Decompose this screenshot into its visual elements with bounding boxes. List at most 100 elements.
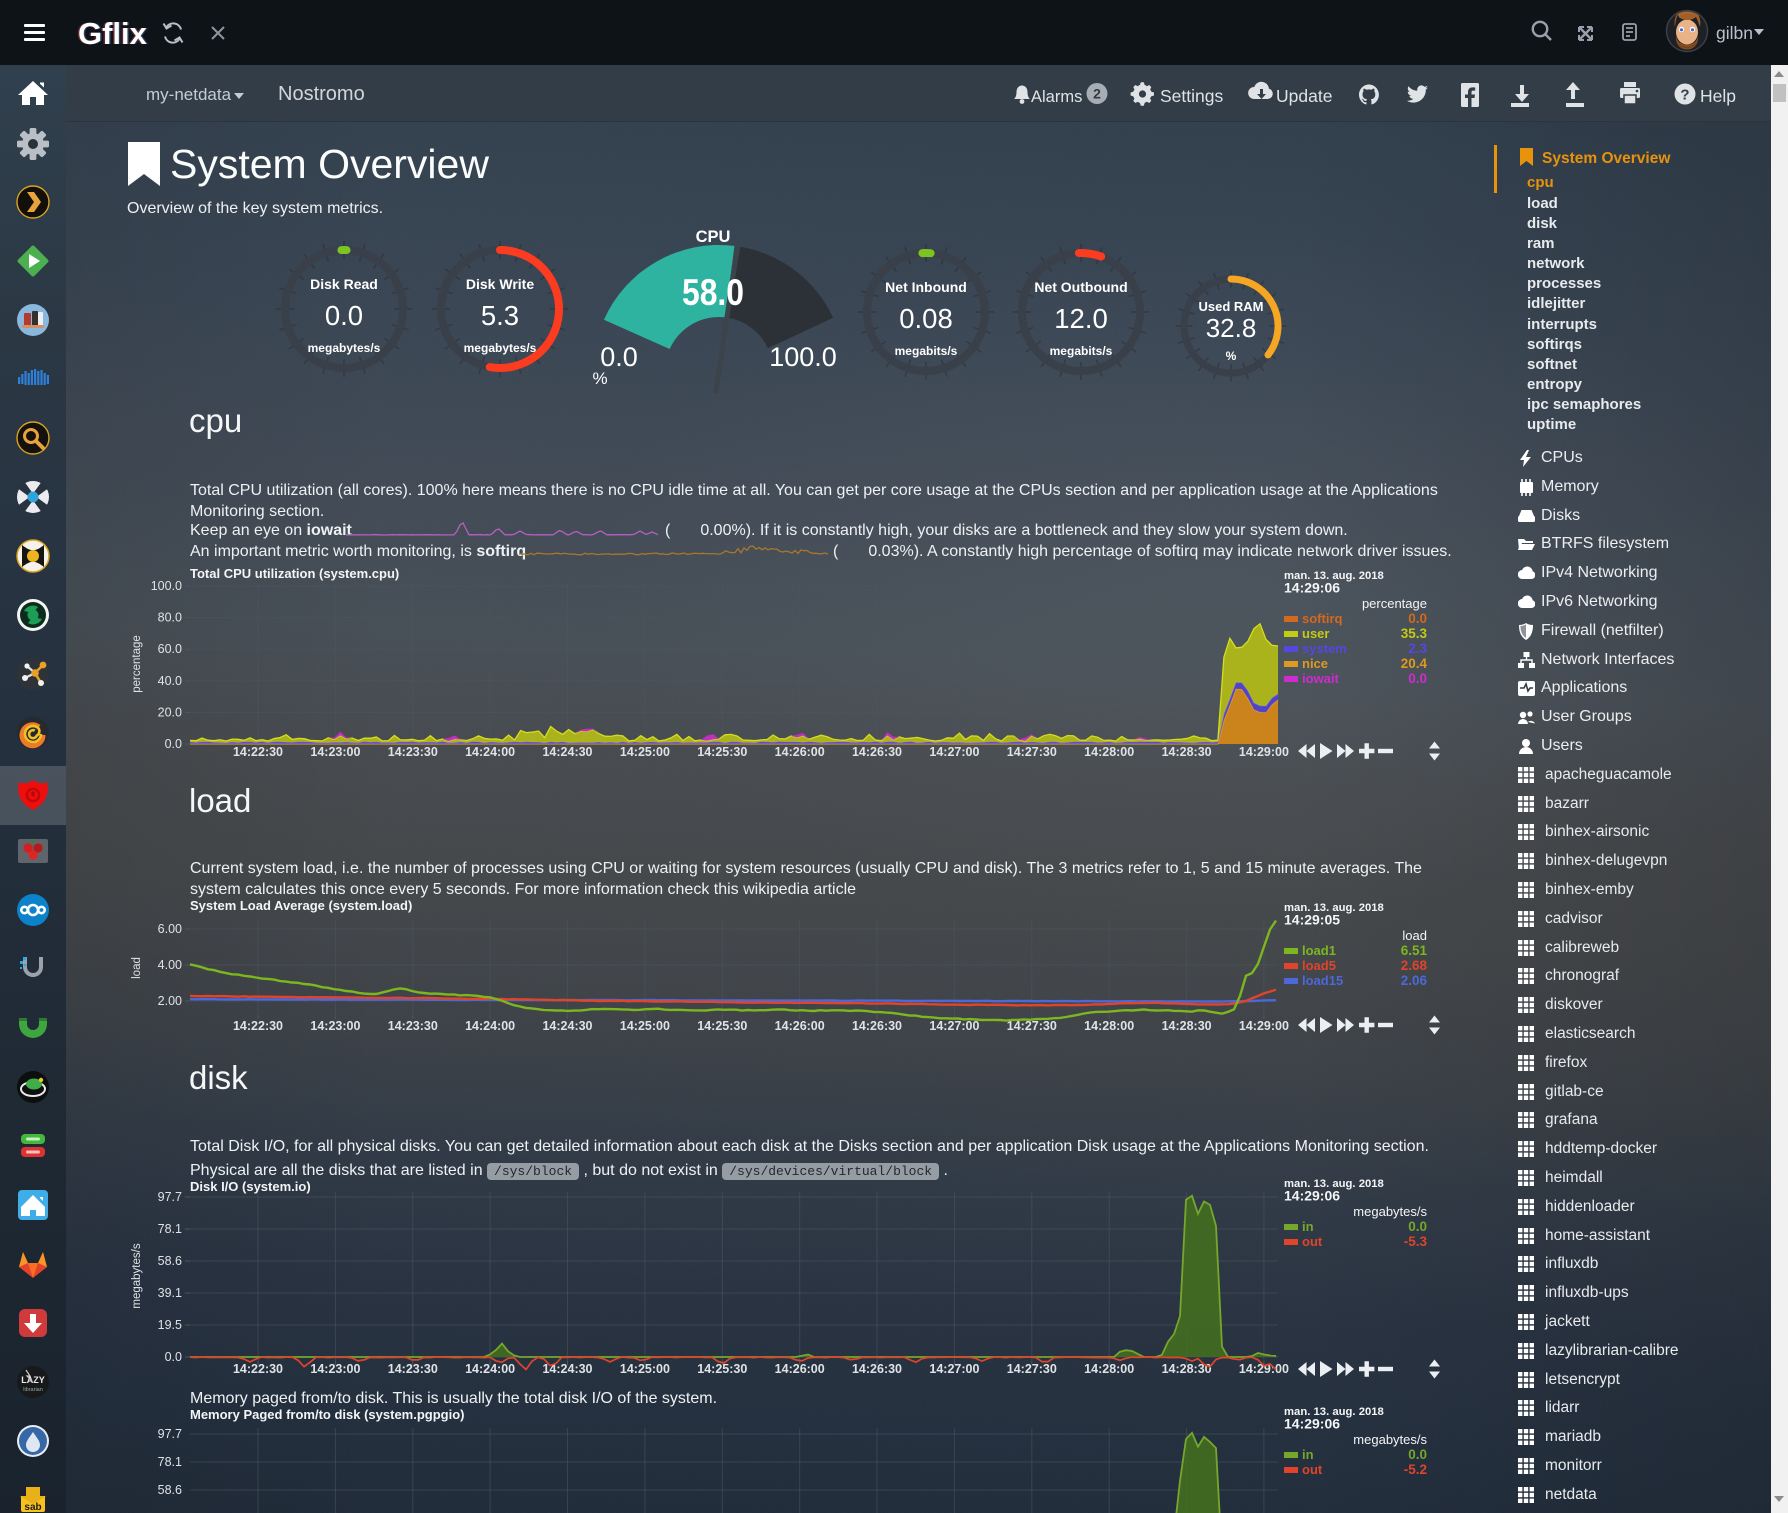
svg-text:14:22:30: 14:22:30 — [233, 745, 283, 759]
svg-text:14:28:00: 14:28:00 — [1084, 745, 1134, 759]
svg-text:megabytes/s: megabytes/s — [308, 341, 381, 355]
svg-text:14:27:00: 14:27:00 — [929, 1362, 979, 1376]
svg-text:load: load — [131, 957, 143, 979]
svg-text:14:26:00: 14:26:00 — [775, 1019, 825, 1033]
svg-text:0.0: 0.0 — [325, 300, 363, 331]
svg-text:CPU: CPU — [696, 228, 731, 246]
svg-text:megabytes/s: megabytes/s — [464, 341, 537, 355]
svg-text:14:28:30: 14:28:30 — [1162, 1019, 1212, 1033]
svg-text:14:29:06: 14:29:06 — [1284, 1188, 1340, 1204]
svg-text:14:23:00: 14:23:00 — [310, 1362, 360, 1376]
svg-text:load: load — [1402, 928, 1427, 943]
svg-text:14:25:00: 14:25:00 — [620, 1019, 670, 1033]
svg-text:97.7: 97.7 — [158, 1427, 182, 1441]
svg-text:14:23:00: 14:23:00 — [310, 745, 360, 759]
svg-text:14:29:05: 14:29:05 — [1284, 912, 1340, 928]
svg-text:Net Outbound: Net Outbound — [1034, 279, 1127, 295]
svg-text:load15: load15 — [1302, 973, 1343, 988]
svg-text:4.00: 4.00 — [158, 958, 182, 972]
svg-text:percentage: percentage — [131, 635, 143, 693]
svg-text:6.51: 6.51 — [1401, 943, 1428, 958]
svg-text:2.3: 2.3 — [1408, 641, 1427, 656]
svg-text:14:28:00: 14:28:00 — [1084, 1019, 1134, 1033]
svg-text:in: in — [1302, 1447, 1314, 1462]
svg-text:megabits/s: megabits/s — [1050, 344, 1113, 358]
svg-text:nice: nice — [1302, 656, 1328, 671]
svg-text:58.6: 58.6 — [158, 1254, 182, 1268]
svg-text:0.0: 0.0 — [165, 737, 182, 751]
svg-text:14:23:00: 14:23:00 — [310, 1019, 360, 1033]
svg-text:14:25:00: 14:25:00 — [620, 1362, 670, 1376]
svg-text:user: user — [1302, 626, 1329, 641]
svg-text:14:27:00: 14:27:00 — [929, 1019, 979, 1033]
svg-text:14:23:30: 14:23:30 — [388, 1019, 438, 1033]
svg-text:out: out — [1302, 1462, 1323, 1477]
svg-text:%: % — [592, 369, 607, 388]
svg-text:14:26:30: 14:26:30 — [852, 1362, 902, 1376]
svg-text:0.0: 0.0 — [1408, 671, 1427, 686]
svg-text:Disk I/O (system.io): Disk I/O (system.io) — [190, 1179, 311, 1194]
svg-text:14:25:30: 14:25:30 — [697, 1362, 747, 1376]
svg-text:14:29:06: 14:29:06 — [1284, 580, 1340, 596]
svg-text:14:24:30: 14:24:30 — [542, 1362, 592, 1376]
svg-text:Memory Paged from/to disk (sys: Memory Paged from/to disk (system.pgpgio… — [190, 1407, 465, 1422]
svg-text:14:26:30: 14:26:30 — [852, 1019, 902, 1033]
svg-text:14:23:30: 14:23:30 — [388, 1362, 438, 1376]
svg-text:megabits/s: megabits/s — [895, 344, 958, 358]
svg-text:14:24:30: 14:24:30 — [542, 745, 592, 759]
svg-text:megabytes/s: megabytes/s — [1353, 1432, 1427, 1447]
svg-text:System Load Average (system.lo: System Load Average (system.load) — [190, 898, 412, 913]
svg-text:14:27:30: 14:27:30 — [1007, 1362, 1057, 1376]
svg-text:12.0: 12.0 — [1054, 303, 1108, 334]
svg-text:14:22:30: 14:22:30 — [233, 1362, 283, 1376]
svg-text:14:24:00: 14:24:00 — [465, 1019, 515, 1033]
svg-text:14:28:30: 14:28:30 — [1162, 745, 1212, 759]
svg-text:-5.2: -5.2 — [1404, 1462, 1427, 1477]
svg-text:2.06: 2.06 — [1401, 973, 1428, 988]
svg-text:14:25:30: 14:25:30 — [697, 1019, 747, 1033]
svg-text:percentage: percentage — [1362, 596, 1427, 611]
svg-text:iowait: iowait — [1302, 671, 1340, 686]
svg-text:14:23:30: 14:23:30 — [388, 745, 438, 759]
svg-text:14:26:30: 14:26:30 — [852, 745, 902, 759]
svg-text:40.0: 40.0 — [158, 674, 182, 688]
svg-text:14:24:00: 14:24:00 — [465, 745, 515, 759]
svg-text:Total CPU utilization (system.: Total CPU utilization (system.cpu) — [190, 566, 399, 581]
svg-text:Disk Write: Disk Write — [466, 276, 534, 292]
svg-text:2.00: 2.00 — [158, 994, 182, 1008]
svg-text:14:29:06: 14:29:06 — [1284, 1416, 1340, 1432]
svg-text:load5: load5 — [1302, 958, 1336, 973]
svg-text:14:24:00: 14:24:00 — [465, 1362, 515, 1376]
svg-text:58.6: 58.6 — [158, 1483, 182, 1497]
svg-text:39.1: 39.1 — [158, 1286, 182, 1300]
svg-text:58.0: 58.0 — [682, 272, 744, 313]
svg-text:Used RAM: Used RAM — [1198, 299, 1263, 314]
svg-text:0.0: 0.0 — [600, 342, 638, 372]
svg-text:14:26:00: 14:26:00 — [775, 745, 825, 759]
svg-text:14:29:00: 14:29:00 — [1239, 1362, 1289, 1376]
svg-text:32.8: 32.8 — [1206, 313, 1257, 343]
svg-text:6.00: 6.00 — [158, 922, 182, 936]
svg-text:load1: load1 — [1302, 943, 1336, 958]
svg-text:80.0: 80.0 — [158, 611, 182, 625]
svg-text:5.3: 5.3 — [481, 300, 519, 331]
svg-text:14:26:00: 14:26:00 — [775, 1362, 825, 1376]
svg-text:megabytes/s: megabytes/s — [1353, 1204, 1427, 1219]
svg-text:14:25:00: 14:25:00 — [620, 745, 670, 759]
svg-text:20.0: 20.0 — [158, 705, 182, 719]
svg-text:0.0: 0.0 — [1408, 611, 1427, 626]
svg-text:14:25:30: 14:25:30 — [697, 745, 747, 759]
svg-text:-5.3: -5.3 — [1404, 1234, 1428, 1249]
svg-text:Net Inbound: Net Inbound — [885, 279, 967, 295]
svg-text:14:29:00: 14:29:00 — [1239, 1019, 1289, 1033]
svg-text:softirq: softirq — [1302, 611, 1343, 626]
svg-text:14:29:00: 14:29:00 — [1239, 745, 1289, 759]
svg-text:Disk Read: Disk Read — [310, 276, 378, 292]
svg-text:100.0: 100.0 — [151, 579, 182, 593]
svg-text:19.5: 19.5 — [158, 1318, 182, 1332]
svg-text:in: in — [1302, 1219, 1314, 1234]
svg-text:14:24:30: 14:24:30 — [542, 1019, 592, 1033]
svg-text:14:28:00: 14:28:00 — [1084, 1362, 1134, 1376]
svg-text:0.0: 0.0 — [1408, 1219, 1427, 1234]
svg-text:0.0: 0.0 — [165, 1350, 182, 1364]
